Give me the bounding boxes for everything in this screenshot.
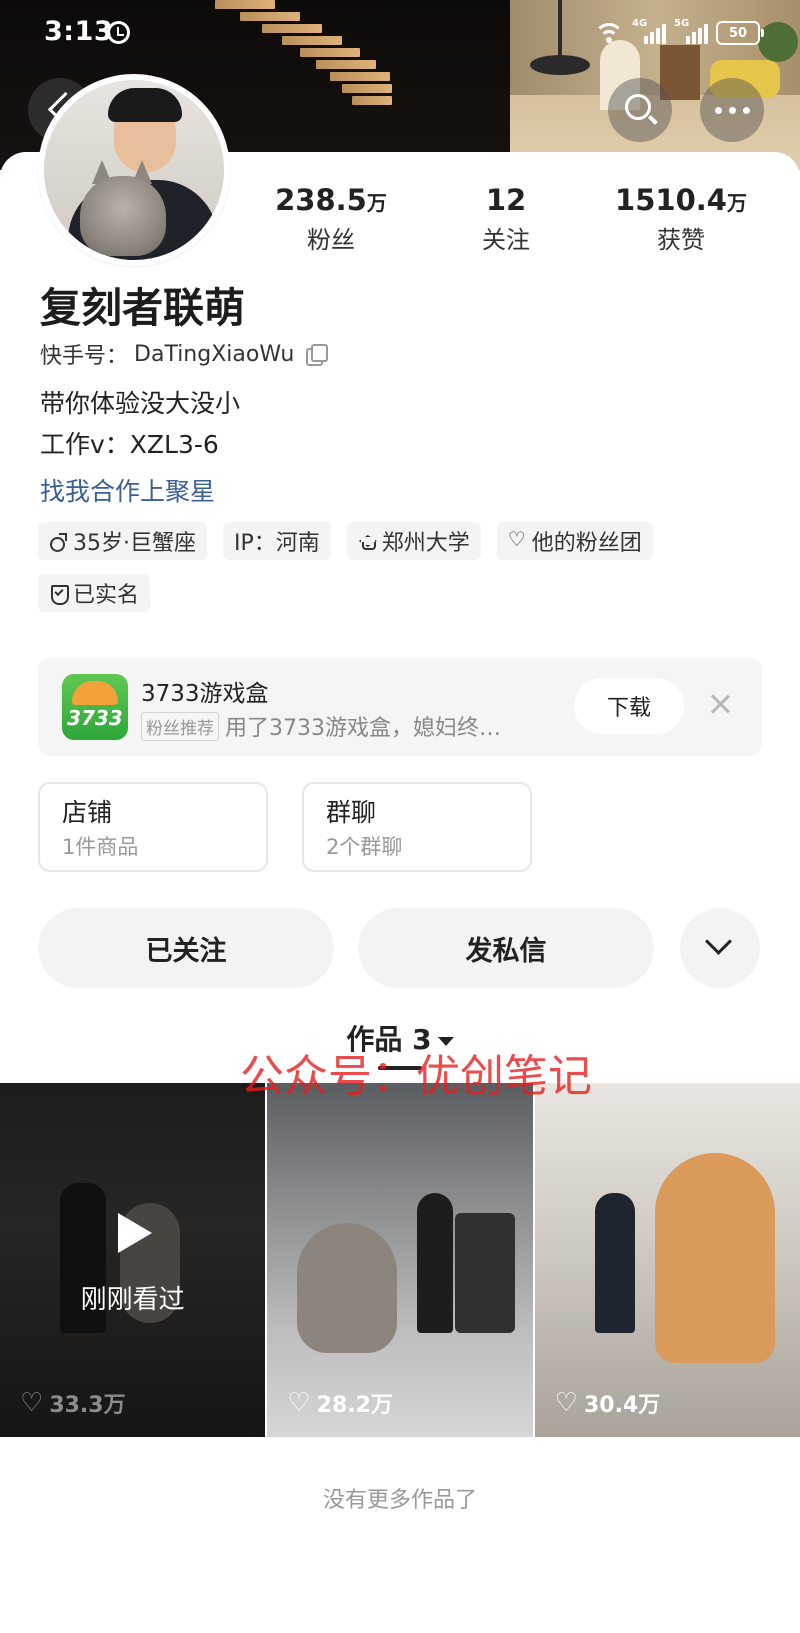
- stat-fans[interactable]: 238.5万 粉丝: [246, 180, 416, 257]
- wifi-icon: [594, 21, 624, 45]
- ad-app-logo: 3733: [62, 674, 128, 740]
- play-icon: [118, 1213, 152, 1253]
- works-grid: 刚刚看过 ♡ 33.3万 ♡ 28.2万 ♡ 30.4万: [0, 1083, 800, 1437]
- shop-card[interactable]: 店铺 1件商品: [38, 782, 268, 872]
- search-icon: [625, 94, 651, 120]
- video-thumb[interactable]: ♡ 28.2万: [267, 1083, 533, 1437]
- heart-icon: ♡: [287, 1388, 311, 1418]
- cooperation-link[interactable]: 找我合作上聚星: [40, 472, 215, 508]
- account-id-row: 快手号： DaTingXiaoWu: [40, 338, 329, 370]
- stat-following[interactable]: 12 关注: [421, 180, 591, 257]
- bio-line: 工作v：XZL3-6: [40, 430, 219, 459]
- more-button[interactable]: [700, 78, 764, 142]
- alarm-icon: [107, 21, 130, 44]
- profile-tags: 35岁·巨蟹座 IP：河南 郑州大学 他的粉丝团 已实名: [38, 522, 758, 612]
- nickname: 复刻者联萌: [40, 284, 245, 332]
- expand-button[interactable]: [680, 908, 760, 988]
- avatar[interactable]: [38, 74, 230, 266]
- status-indicators: 4G 5G 50: [594, 16, 764, 50]
- like-count: ♡ 28.2万: [287, 1388, 393, 1418]
- heart-icon: ♡: [554, 1388, 578, 1418]
- signal-icon: 4G: [632, 18, 666, 46]
- account-label: 快手号：: [40, 344, 129, 369]
- search-button[interactable]: [608, 78, 672, 142]
- account-id: DaTingXiaoWu: [134, 341, 295, 367]
- profile-card: 238.5万 粉丝 12 关注 1510.4万 获赞 复刻者联萌 快手号： Da…: [0, 152, 800, 1633]
- no-more-works-text: 没有更多作品了: [322, 1488, 477, 1513]
- video-thumb[interactable]: ♡ 30.4万: [534, 1083, 800, 1437]
- heart-icon: ♡: [20, 1388, 44, 1418]
- ad-desc-row: 粉丝推荐 用了3733游戏盒，媳妇终…: [141, 710, 525, 742]
- like-count: ♡ 33.3万: [20, 1388, 126, 1418]
- stat-likes[interactable]: 1510.4万 获赞: [596, 180, 766, 257]
- copy-icon[interactable]: [306, 344, 329, 366]
- tag-verified: 已实名: [38, 574, 151, 612]
- tag-school[interactable]: 郑州大学: [346, 522, 481, 560]
- male-icon: [49, 532, 67, 552]
- ad-title: 3733游戏盒: [141, 681, 269, 707]
- more-icon: [715, 107, 750, 114]
- tag-ip: IP：河南: [223, 522, 331, 560]
- bio-line: 带你体验没大没小: [40, 389, 241, 418]
- ad-description: 用了3733游戏盒，媳妇终…: [225, 716, 501, 741]
- battery-icon: 50: [716, 21, 764, 45]
- status-time: 3:13: [44, 16, 114, 47]
- like-count: ♡ 30.4万: [554, 1388, 661, 1418]
- message-button[interactable]: 发私信: [358, 908, 654, 988]
- ad-banner[interactable]: 3733 3733游戏盒 粉丝推荐 用了3733游戏盒，媳妇终… 下载: [38, 658, 762, 756]
- watched-label: 刚刚看过: [80, 1285, 185, 1315]
- heart-icon: [508, 527, 526, 551]
- group-chat-card[interactable]: 群聊 2个群聊: [302, 782, 532, 872]
- ad-download-button[interactable]: 下载: [574, 678, 684, 734]
- tag-age: 35岁·巨蟹座: [38, 522, 207, 560]
- tag-fan-group[interactable]: 他的粉丝团: [496, 522, 653, 560]
- close-icon[interactable]: [706, 692, 734, 720]
- cap-icon: [358, 532, 376, 550]
- watermark-text: 公众号：优创笔记: [240, 1051, 592, 1102]
- signal-icon: 5G: [674, 18, 708, 46]
- shield-icon: [49, 584, 69, 605]
- video-thumb[interactable]: 刚刚看过 ♡ 33.3万: [0, 1083, 266, 1437]
- followed-button[interactable]: 已关注: [38, 908, 334, 988]
- ad-badge: 粉丝推荐: [141, 711, 219, 741]
